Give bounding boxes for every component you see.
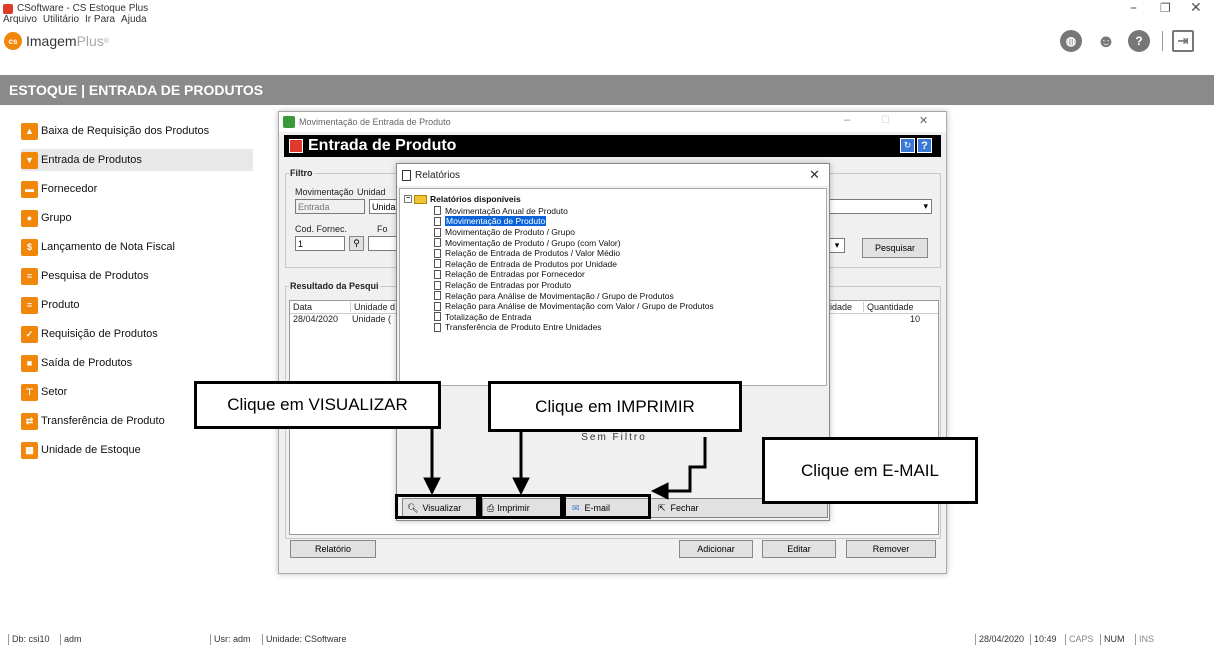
arrows-overlay (423, 429, 707, 500)
status-caps: CAPS (1065, 634, 1094, 645)
status-usr: Usr: adm (210, 634, 251, 645)
arrow-email-head (650, 482, 669, 500)
status-user: adm (60, 634, 82, 645)
status-num: NUM (1100, 634, 1125, 645)
status-db: Db: csi10 (8, 634, 50, 645)
status-ins: INS (1135, 634, 1154, 645)
status-bar: Db: csi10 adm Usr: adm Unidade: CSoftwar… (0, 634, 1214, 645)
status-time: 10:49 (1030, 634, 1057, 645)
arrow-imprimir-head (512, 477, 530, 496)
arrow-visualizar-head (423, 477, 441, 496)
arrow-email (668, 437, 707, 493)
status-date: 28/04/2020 (975, 634, 1024, 645)
status-unidade: Unidade: CSoftware (262, 634, 347, 645)
